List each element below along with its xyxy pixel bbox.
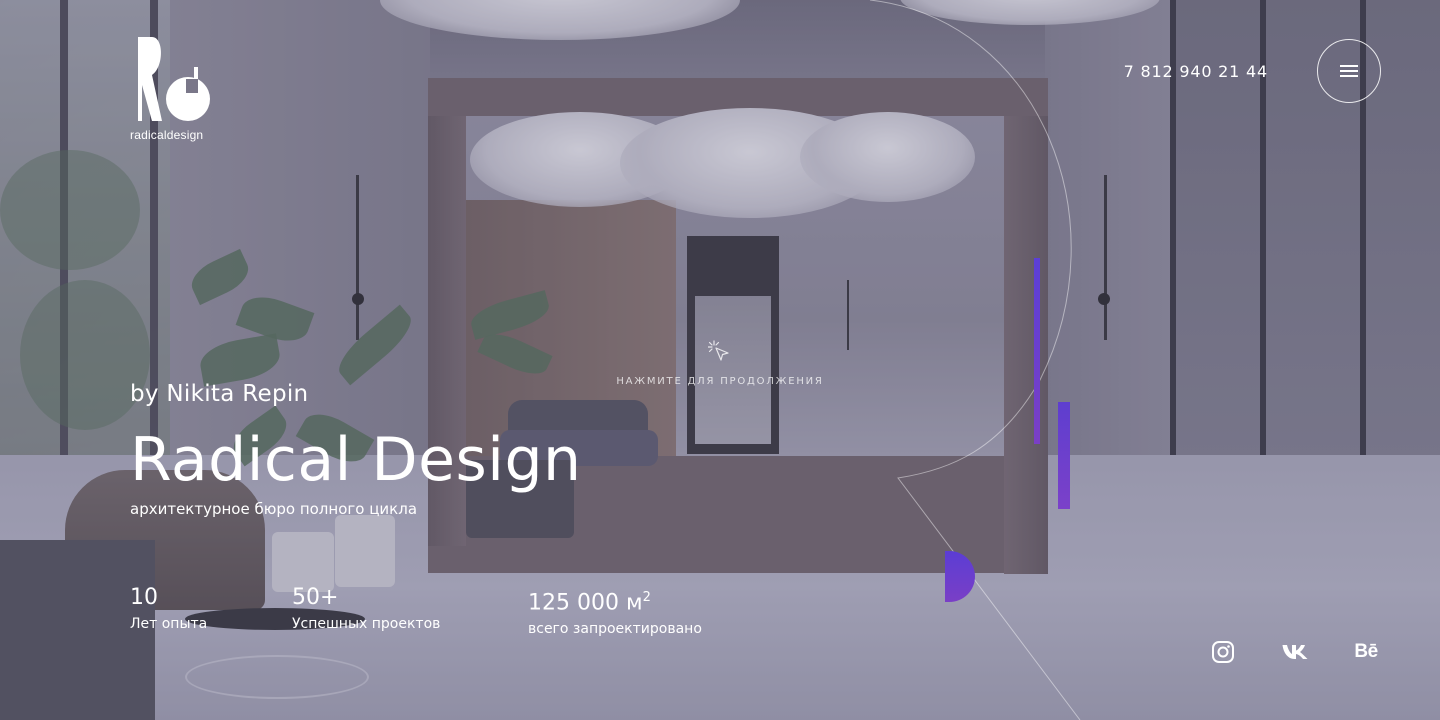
stat-experience: 10 Лет опыта <box>130 584 207 632</box>
phone-link[interactable]: 7 812 940 21 44 <box>1124 62 1268 81</box>
stat-value: 125 000 м2 <box>528 584 702 617</box>
vk-icon <box>1282 645 1308 659</box>
stat-value: 10 <box>130 585 158 610</box>
accent-bar <box>1058 402 1070 509</box>
stat-area-unit-exponent: 2 <box>642 590 651 605</box>
stat-label: Успешных проектов <box>292 616 441 632</box>
hamburger-line <box>1340 65 1358 67</box>
hero-section: radicaldesign 7 812 940 21 44 НАЖМИТЕ ДЛ… <box>0 0 1440 720</box>
cursor-click-icon <box>708 340 729 361</box>
page-subtitle: архитектурное бюро полного цикла <box>130 500 418 518</box>
vk-link[interactable] <box>1281 638 1309 666</box>
logo-text: radicaldesign <box>130 128 204 142</box>
behance-link[interactable]: Bē <box>1352 638 1380 666</box>
stat-value: 50+ <box>292 585 339 610</box>
stat-label: всего запроектировано <box>528 621 702 638</box>
continue-hint-text: НАЖМИТЕ ДЛЯ ПРОДОЛЖЕНИЯ <box>616 376 824 387</box>
hamburger-icon <box>1340 65 1358 77</box>
page-title: Radical Design <box>130 425 582 495</box>
accent-bar <box>1034 258 1040 444</box>
stat-area: 125 000 м2 всего запроектировано <box>528 584 702 637</box>
logo-mark-icon <box>138 37 210 121</box>
hamburger-line <box>1340 75 1358 77</box>
menu-button[interactable] <box>1317 39 1381 103</box>
instagram-icon <box>1212 641 1234 663</box>
stat-area-number: 125 000 м <box>528 590 643 616</box>
stat-label: Лет опыта <box>130 616 208 632</box>
behance-icon: Bē <box>1354 641 1378 662</box>
hamburger-line <box>1340 70 1358 72</box>
stat-projects: 50+ Успешных проектов <box>292 584 440 632</box>
continue-hint[interactable]: НАЖМИТЕ ДЛЯ ПРОДОЛЖЕНИЯ <box>560 340 880 387</box>
author-byline: by Nikita Repin <box>130 381 309 407</box>
instagram-link[interactable] <box>1209 638 1237 666</box>
